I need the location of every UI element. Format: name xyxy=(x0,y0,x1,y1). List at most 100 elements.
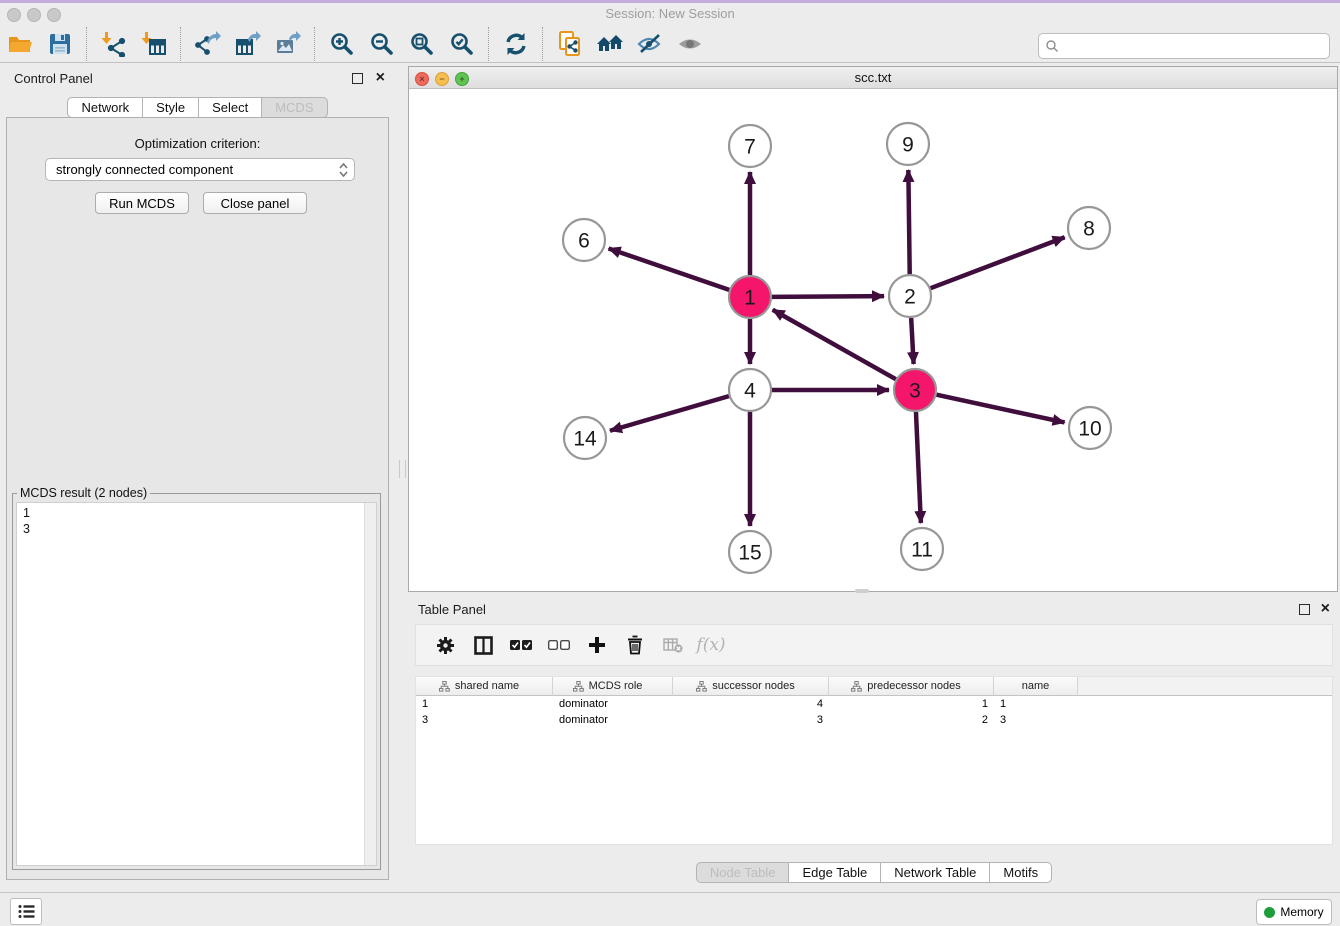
close-panel-icon[interactable]: × xyxy=(1321,604,1330,614)
graph-edge-3-11[interactable] xyxy=(916,412,921,523)
network-view-window: × − + scc.txt 7968124314101511 xyxy=(408,66,1338,592)
tab-node-table[interactable]: Node Table xyxy=(696,862,790,883)
graph-edge-3-1[interactable] xyxy=(773,310,896,379)
toggle-columns-icon[interactable] xyxy=(464,628,502,662)
node-table[interactable]: shared name MCDS role successor nodesprede… xyxy=(415,676,1333,845)
column-header-mcds-role[interactable]: MCDS role xyxy=(553,677,673,696)
mcds-result-box[interactable]: 13 xyxy=(16,502,377,866)
first-neighbors-icon[interactable] xyxy=(590,27,630,61)
main-toolbar xyxy=(0,25,1340,63)
network-canvas[interactable]: 7968124314101511 xyxy=(409,89,1337,591)
network-graph[interactable]: 7968124314101511 xyxy=(409,89,1337,591)
graph-edge-2-3[interactable] xyxy=(911,318,913,364)
open-session-icon[interactable] xyxy=(0,27,40,61)
add-row-icon[interactable] xyxy=(578,628,616,662)
result-line: 3 xyxy=(23,521,370,537)
function-builder-icon[interactable]: f(x) xyxy=(692,628,730,662)
export-network-icon[interactable] xyxy=(188,27,228,61)
result-scrollbar[interactable] xyxy=(364,503,376,865)
table-header-filler xyxy=(1078,677,1332,696)
cell-shared-name: 3 xyxy=(416,712,553,728)
tab-select[interactable]: Select xyxy=(198,97,262,118)
clear-selection-icon[interactable] xyxy=(540,628,578,662)
delete-table-icon[interactable] xyxy=(654,628,692,662)
graph-edge-1-2[interactable] xyxy=(772,296,884,297)
mcds-result-group: MCDS result (2 nodes) 13 xyxy=(12,486,381,870)
column-label: name xyxy=(1022,680,1050,692)
cell-shared-name: 1 xyxy=(416,696,553,712)
control-panel-header: Control Panel × xyxy=(0,66,395,92)
tab-network-table[interactable]: Network Table xyxy=(880,862,990,883)
zoom-selected-icon[interactable] xyxy=(442,27,482,61)
zoom-window-icon[interactable] xyxy=(47,8,61,22)
zoom-out-icon[interactable] xyxy=(362,27,402,61)
column-label: shared name xyxy=(455,680,519,692)
memory-button[interactable]: Memory xyxy=(1256,899,1332,925)
control-panel: Control Panel × NetworkStyleSelectMCDS O… xyxy=(0,66,395,881)
close-window-icon[interactable] xyxy=(7,8,21,22)
tab-motifs[interactable]: Motifs xyxy=(989,862,1052,883)
graph-node-label-15: 15 xyxy=(738,542,761,565)
close-panel-button[interactable]: Close panel xyxy=(203,192,307,214)
float-panel-icon[interactable] xyxy=(352,73,363,84)
show-all-icon[interactable] xyxy=(670,27,710,61)
cell-predecessor-nodes: 2 xyxy=(829,712,994,728)
column-header-name[interactable]: name xyxy=(994,677,1078,696)
delete-row-icon[interactable] xyxy=(616,628,654,662)
hide-selected-icon[interactable] xyxy=(630,27,670,61)
zoom-fit-icon[interactable] xyxy=(402,27,442,61)
tab-style[interactable]: Style xyxy=(142,97,199,118)
graph-edge-4-14[interactable] xyxy=(610,396,729,431)
column-header-successor-nodes[interactable]: successor nodes xyxy=(673,677,829,696)
export-table-icon[interactable] xyxy=(228,27,268,61)
column-label: MCDS role xyxy=(589,680,643,692)
graph-edge-2-9[interactable] xyxy=(908,170,909,274)
clone-network-icon[interactable] xyxy=(550,27,590,61)
graph-edge-2-8[interactable] xyxy=(931,237,1065,288)
status-bar: Memory xyxy=(0,892,1340,926)
vertical-splitter[interactable] xyxy=(399,460,406,478)
zoom-in-icon[interactable] xyxy=(322,27,362,61)
table-row[interactable]: 1dominator411 xyxy=(416,696,1332,712)
cell-name: 1 xyxy=(994,696,1078,712)
horizontal-splitter[interactable] xyxy=(855,589,869,593)
maximize-view-icon[interactable]: + xyxy=(455,72,469,86)
table-row[interactable]: 3dominator323 xyxy=(416,712,1332,728)
search-icon xyxy=(1045,39,1059,53)
minimize-window-icon[interactable] xyxy=(27,8,41,22)
column-header-shared-name[interactable]: shared name xyxy=(416,677,553,696)
import-network-icon[interactable] xyxy=(94,27,134,61)
titlebar: Session: New Session xyxy=(0,3,1340,25)
save-session-icon[interactable] xyxy=(40,27,80,61)
refresh-view-icon[interactable] xyxy=(496,27,536,61)
tab-mcds[interactable]: MCDS xyxy=(261,97,327,118)
network-window-titlebar[interactable]: × − + scc.txt xyxy=(409,67,1337,89)
table-panel: Table Panel × xyxy=(408,598,1340,888)
toolbar-separator xyxy=(488,27,490,61)
graph-node-label-6: 6 xyxy=(578,230,590,253)
search-box[interactable] xyxy=(1038,33,1330,59)
toolbar-separator xyxy=(542,27,544,61)
graph-edge-3-10[interactable] xyxy=(936,395,1064,423)
criterion-select[interactable]: strongly connected component xyxy=(45,158,355,181)
column-header-predecessor-nodes[interactable]: predecessor nodes xyxy=(829,677,994,696)
graph-node-label-3: 3 xyxy=(909,380,921,403)
table-header-row: shared name MCDS role successor nodesprede… xyxy=(416,677,1332,696)
search-input[interactable] xyxy=(1063,35,1329,57)
close-panel-icon[interactable]: × xyxy=(376,73,385,83)
tab-network[interactable]: Network xyxy=(67,97,143,118)
run-mcds-button[interactable]: Run MCDS xyxy=(95,192,189,214)
mcds-result-title: MCDS result (2 nodes) xyxy=(17,486,150,500)
tab-edge-table[interactable]: Edge Table xyxy=(788,862,881,883)
minimize-view-icon[interactable]: − xyxy=(435,72,449,86)
float-panel-icon[interactable] xyxy=(1299,604,1310,615)
table-settings-icon[interactable] xyxy=(426,628,464,662)
select-all-icon[interactable] xyxy=(502,628,540,662)
export-image-icon[interactable] xyxy=(268,27,308,61)
graph-edge-1-6[interactable] xyxy=(609,248,730,289)
graph-node-label-2: 2 xyxy=(904,286,916,309)
close-view-icon[interactable]: × xyxy=(415,72,429,86)
graph-node-label-11: 11 xyxy=(911,539,933,562)
import-table-icon[interactable] xyxy=(134,27,174,61)
list-menu-button[interactable] xyxy=(10,898,42,925)
